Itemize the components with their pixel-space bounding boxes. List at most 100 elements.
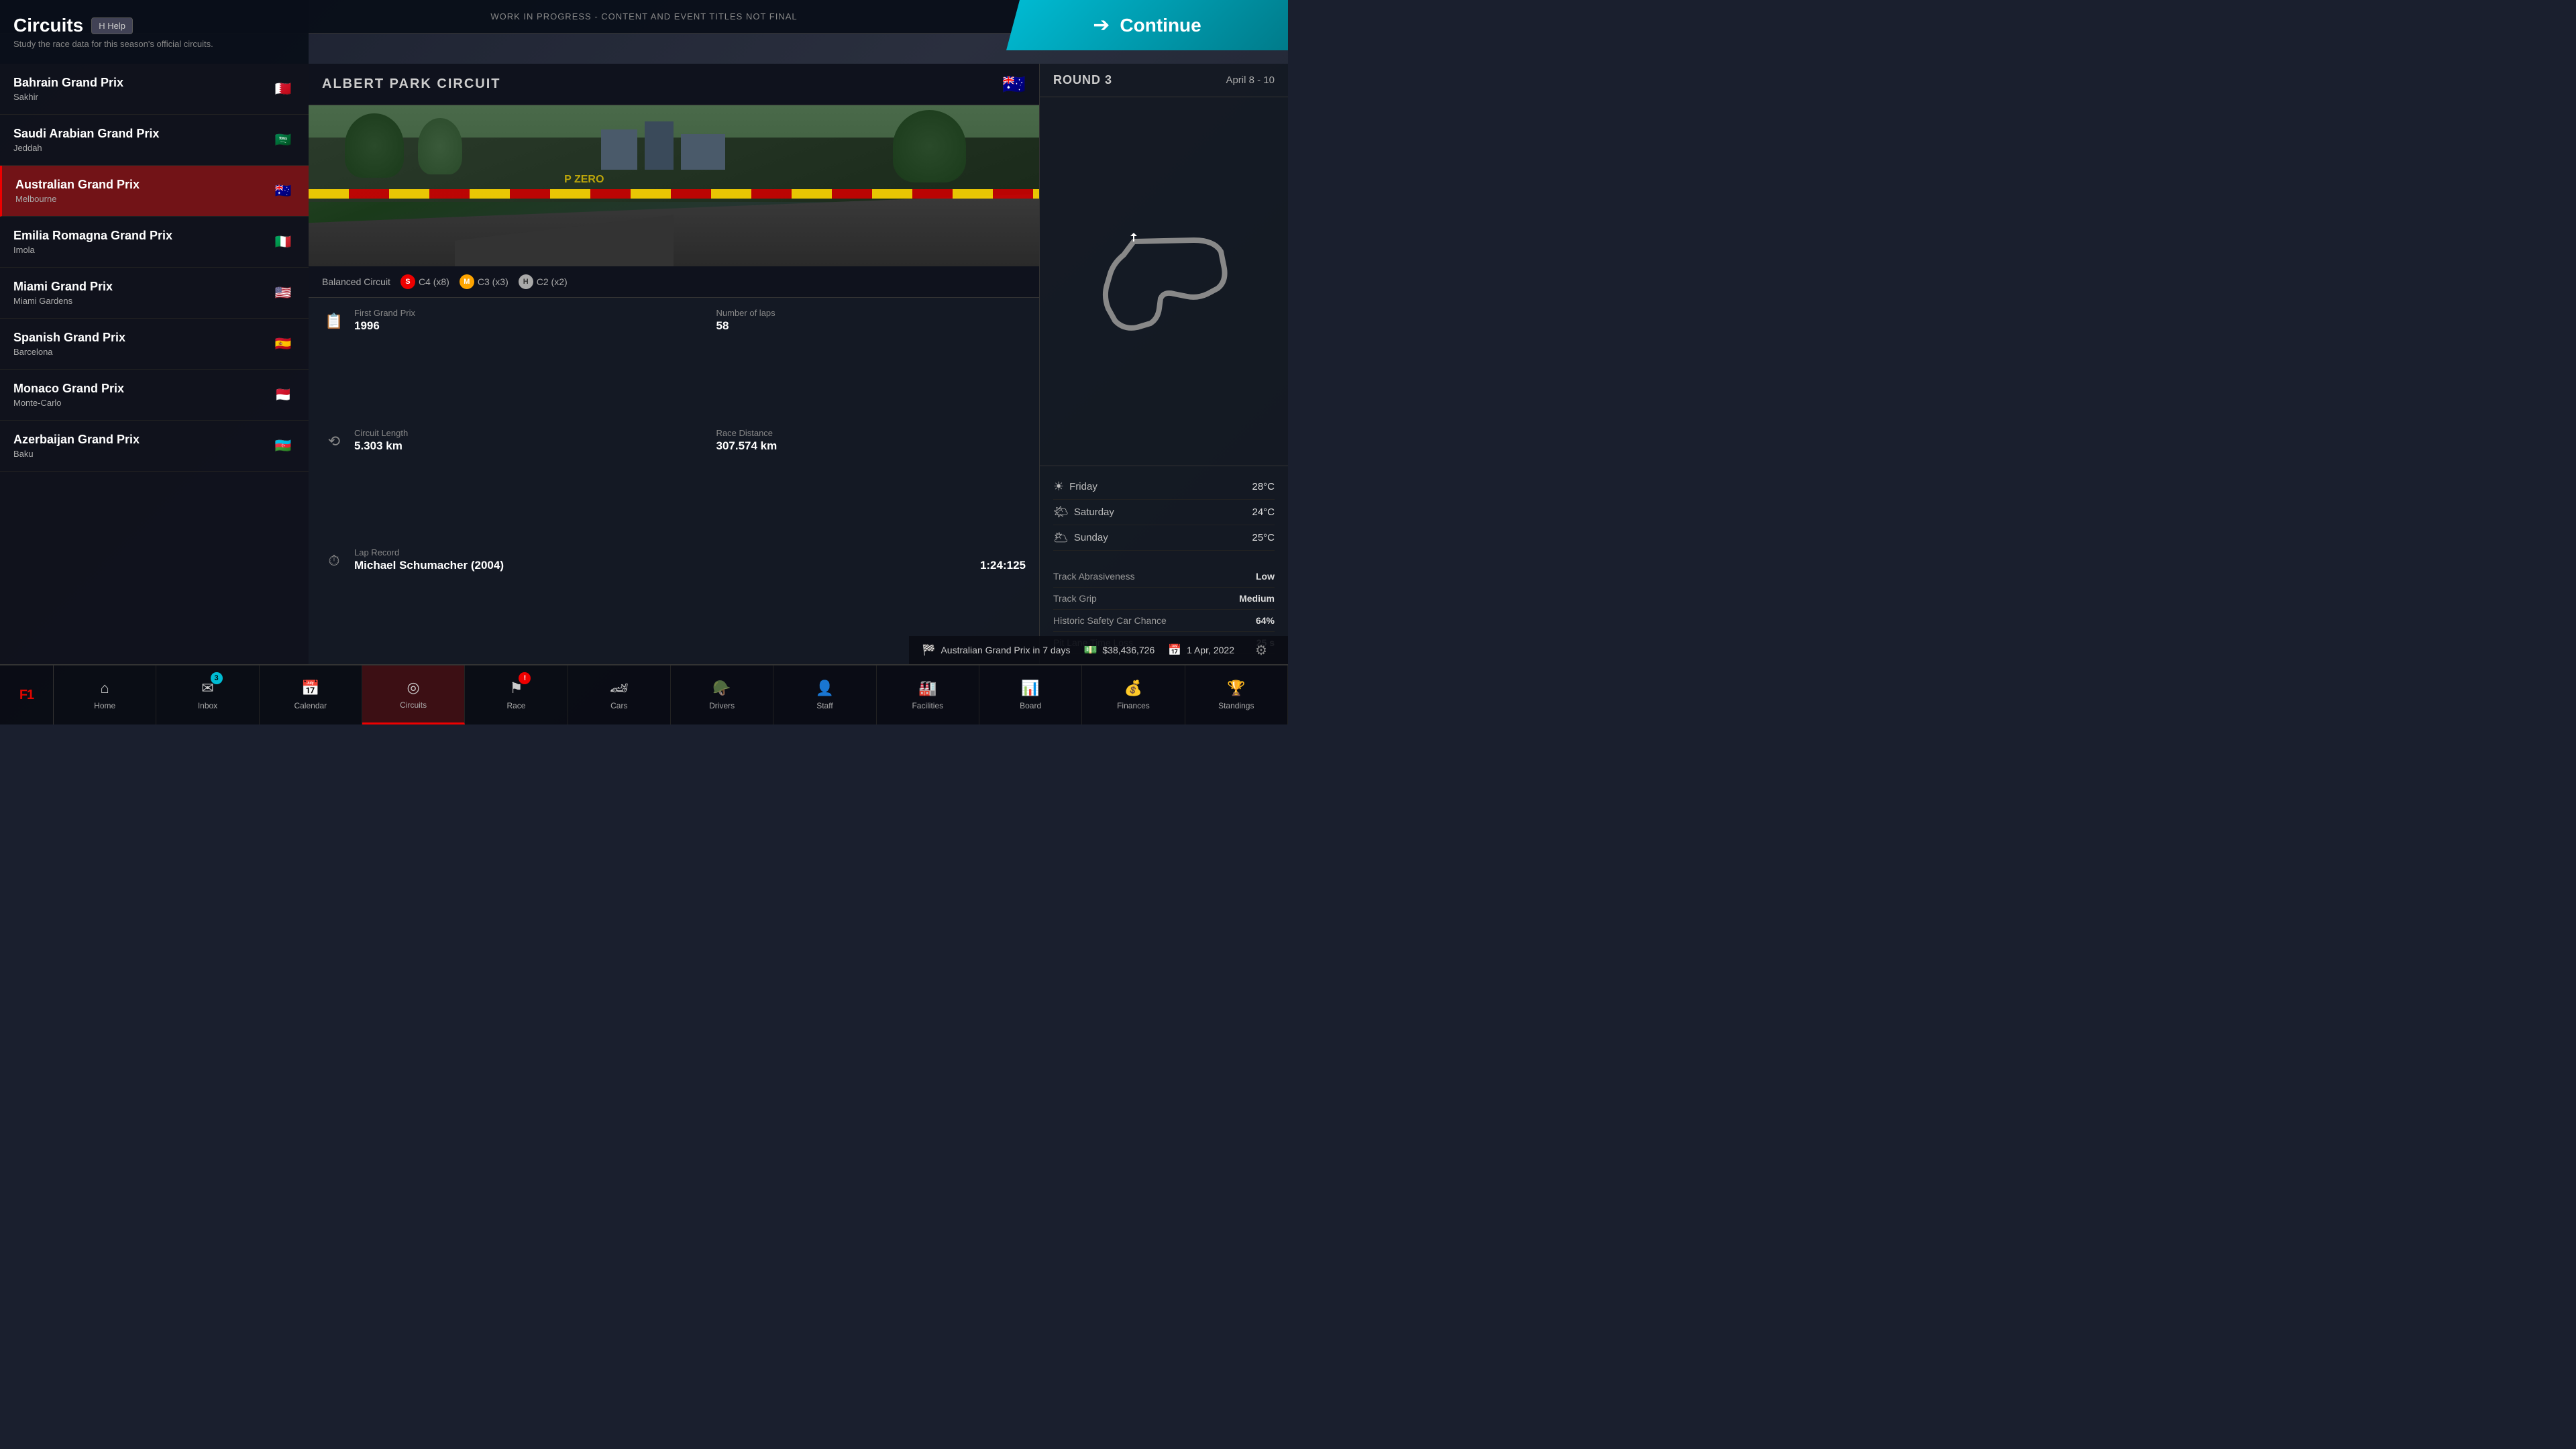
help-button[interactable]: H Help xyxy=(91,17,133,34)
laps-stat: Number of laps 58 xyxy=(684,308,1026,415)
tyre-info: Balanced Circuit S C4 (x8) M C3 (x3) H C… xyxy=(309,266,1039,298)
nav-label-inbox: Inbox xyxy=(198,701,217,710)
flag-icon: 🇪🇸 xyxy=(271,336,295,352)
nav-icon-home: ⌂ xyxy=(101,680,109,697)
circuit-title: ALBERT PARK CIRCUIT xyxy=(322,76,501,92)
continue-label: Continue xyxy=(1120,15,1201,36)
settings-button[interactable]: ⚙ xyxy=(1248,637,1275,663)
f1-logo: F1 xyxy=(0,665,54,724)
nav-badge: 3 xyxy=(211,672,223,684)
circuit-item-baku[interactable]: Azerbaijan Grand Prix Baku 🇦🇿 xyxy=(0,421,309,472)
event-icon: 🏁 xyxy=(922,643,936,657)
circuit-item-miami-gardens[interactable]: Miami Grand Prix Miami Gardens 🇺🇸 xyxy=(0,268,309,319)
round-dates: April 8 - 10 xyxy=(1226,74,1275,86)
nav-item-home[interactable]: ⌂ Home xyxy=(54,665,156,724)
nav-item-inbox[interactable]: 3 ✉ Inbox xyxy=(156,665,259,724)
nav-item-drivers[interactable]: 🪖 Drivers xyxy=(671,665,773,724)
flag-icon: 🇮🇹 xyxy=(271,234,295,250)
weather-day-label: Saturday xyxy=(1074,506,1114,518)
nav-item-calendar[interactable]: 📅 Calendar xyxy=(260,665,362,724)
nav-item-race[interactable]: ! ⚑ Race xyxy=(465,665,568,724)
circuit-header: ALBERT PARK CIRCUIT 🇦🇺 xyxy=(309,64,1039,105)
nav-icon-facilities: 🏭 xyxy=(918,680,936,697)
circuit-item-imola[interactable]: Emilia Romagna Grand Prix Imola 🇮🇹 xyxy=(0,217,309,268)
length-stat: ⟲ Circuit Length 5.303 km xyxy=(322,428,664,535)
continue-arrow-icon: ➔ xyxy=(1093,13,1110,37)
weather-day-label: Sunday xyxy=(1074,532,1108,543)
nav-label-cars: Cars xyxy=(610,701,627,710)
nav-label-drivers: Drivers xyxy=(709,701,735,710)
nav-item-staff[interactable]: 👤 Staff xyxy=(773,665,876,724)
weather-row-sunday: 🌥 Sunday 25°C xyxy=(1053,525,1275,551)
status-bar: 🏁 Australian Grand Prix in 7 days 💵 $38,… xyxy=(909,636,1288,664)
track-prop-historic-safety-car-chance: Historic Safety Car Chance 64% xyxy=(1053,610,1275,632)
weather-row-friday: ☀ Friday 28°C xyxy=(1053,474,1275,500)
circuit-item-jeddah[interactable]: Saudi Arabian Grand Prix Jeddah 🇸🇦 xyxy=(0,115,309,166)
nav-icon-cars: 🏎 xyxy=(610,680,629,697)
stopwatch-icon: ⏱ xyxy=(322,549,346,573)
round-header: ROUND 3 April 8 - 10 xyxy=(1040,64,1288,97)
weather-temp: 25°C xyxy=(1252,532,1275,543)
nav-label-staff: Staff xyxy=(816,701,833,710)
page-title: Circuits xyxy=(13,15,83,36)
first-gp-stat: 📋 First Grand Prix 1996 xyxy=(322,308,664,415)
circuit-item-monte-carlo[interactable]: Monaco Grand Prix Monte-Carlo 🇲🇨 xyxy=(0,370,309,421)
nav-icon-board: 📊 xyxy=(1021,680,1039,697)
nav-icon-staff: 👤 xyxy=(816,680,834,697)
page-subtitle: Study the race data for this season's of… xyxy=(13,39,295,49)
flag-icon: 🇲🇨 xyxy=(271,387,295,403)
weather-temp: 28°C xyxy=(1252,481,1275,492)
circuit-image: P ZERO xyxy=(309,105,1039,266)
nav-item-finances[interactable]: 💰 Finances xyxy=(1082,665,1185,724)
circuit-item-melbourne[interactable]: Australian Grand Prix Melbourne 🇦🇺 xyxy=(0,166,309,217)
nav-items: ⌂ Home 3 ✉ Inbox 📅 Calendar ◎ Circuits !… xyxy=(54,665,1288,724)
track-outline-container xyxy=(1040,97,1288,466)
money-icon: 💵 xyxy=(1083,643,1097,657)
nav-item-facilities[interactable]: 🏭 Facilities xyxy=(877,665,979,724)
distance-icon xyxy=(684,429,708,453)
weather-icon: 🌥 xyxy=(1053,531,1069,545)
circuit-item-barcelona[interactable]: Spanish Grand Prix Barcelona 🇪🇸 xyxy=(0,319,309,370)
weather-temp: 24°C xyxy=(1252,506,1275,518)
distance-label: Race Distance xyxy=(716,428,777,438)
tyre-medium: M C3 (x3) xyxy=(460,274,508,289)
tyre-soft: S C4 (x8) xyxy=(400,274,449,289)
first-gp-value: 1996 xyxy=(354,319,415,333)
length-label: Circuit Length xyxy=(354,428,408,438)
nav-item-circuits[interactable]: ◎ Circuits xyxy=(362,665,465,724)
money-label: $38,436,726 xyxy=(1102,645,1155,655)
right-panel: ROUND 3 April 8 - 10 ☀ Friday 28°C 🌤 xyxy=(1040,64,1288,664)
track-prop-track-abrasiveness: Track Abrasiveness Low xyxy=(1053,566,1275,588)
nav-label-circuits: Circuits xyxy=(400,700,427,710)
circuit-list: Bahrain Grand Prix Sakhir 🇧🇭 Saudi Arabi… xyxy=(0,64,309,664)
weather-icon: ☀ xyxy=(1053,480,1064,494)
lap-record-holder: Michael Schumacher (2004) xyxy=(354,559,504,572)
nav-badge: ! xyxy=(519,672,531,684)
event-label: Australian Grand Prix in 7 days xyxy=(941,645,1070,655)
nav-label-race: Race xyxy=(506,701,525,710)
circuit-item-sakhir[interactable]: Bahrain Grand Prix Sakhir 🇧🇭 xyxy=(0,64,309,115)
date-status: 📅 1 Apr, 2022 xyxy=(1168,643,1234,657)
length-icon: ⟲ xyxy=(322,429,346,453)
flag-icon: 🇦🇿 xyxy=(271,438,295,454)
circuit-detail-panel: ALBERT PARK CIRCUIT 🇦🇺 xyxy=(309,64,1040,664)
round-label: ROUND 3 xyxy=(1053,73,1112,87)
nav-label-finances: Finances xyxy=(1117,701,1150,710)
nav-item-standings[interactable]: 🏆 Standings xyxy=(1185,665,1288,724)
weather-row-saturday: 🌤 Saturday 24°C xyxy=(1053,500,1275,525)
nav-label-standings: Standings xyxy=(1218,701,1254,710)
date-label: 1 Apr, 2022 xyxy=(1187,645,1234,655)
continue-button[interactable]: ➔ Continue xyxy=(1006,0,1288,50)
weather-day-label: Friday xyxy=(1069,481,1097,492)
length-value: 5.303 km xyxy=(354,439,408,453)
tyre-hard: H C2 (x2) xyxy=(519,274,568,289)
balanced-circuit-label: Balanced Circuit xyxy=(322,276,390,287)
flag-icon: 🇧🇭 xyxy=(271,81,295,97)
laps-icon xyxy=(684,309,708,333)
track-prop-track-grip: Track Grip Medium xyxy=(1053,588,1275,610)
nav-item-cars[interactable]: 🏎 Cars xyxy=(568,665,671,724)
weather-section: ☀ Friday 28°C 🌤 Saturday 24°C 🌥 Sunday 2… xyxy=(1040,466,1288,559)
nav-item-board[interactable]: 📊 Board xyxy=(979,665,1082,724)
lap-record-label: Lap Record xyxy=(354,547,504,557)
weather-icon: 🌤 xyxy=(1053,505,1069,519)
